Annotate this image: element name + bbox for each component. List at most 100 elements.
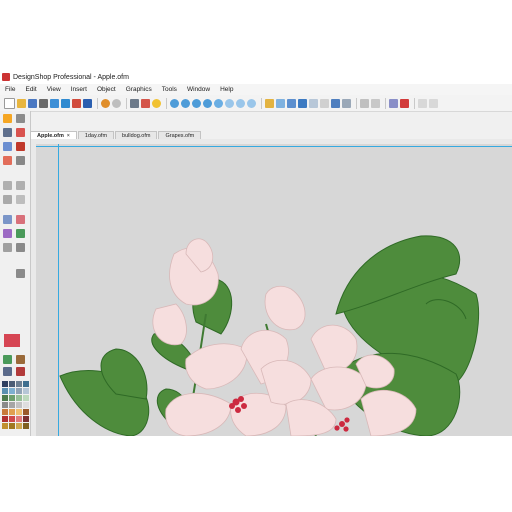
stitch-icon[interactable] (298, 98, 307, 108)
palette-swatch[interactable] (23, 409, 29, 415)
palette-swatch[interactable] (2, 423, 8, 429)
merge-icon[interactable] (16, 195, 25, 204)
palette-swatch[interactable] (16, 381, 22, 387)
fill-icon[interactable] (3, 156, 12, 165)
palette-swatch[interactable] (9, 381, 15, 387)
palette-swatch[interactable] (23, 402, 29, 408)
dropper-icon[interactable] (16, 269, 25, 278)
settings-icon[interactable] (400, 98, 409, 108)
applique-icon[interactable] (16, 229, 25, 238)
menu-window[interactable]: Window (182, 86, 215, 93)
palette-swatch[interactable] (2, 395, 8, 401)
menu-help[interactable]: Help (215, 86, 238, 93)
properties-icon[interactable] (130, 98, 139, 108)
help-icon[interactable] (152, 98, 161, 108)
distribute-icon[interactable] (371, 98, 380, 108)
color-tool-icon[interactable] (3, 367, 12, 376)
split-icon[interactable] (3, 195, 12, 204)
design-canvas[interactable] (36, 144, 512, 436)
layout-icon[interactable] (320, 98, 329, 108)
zoom-icon[interactable] (203, 98, 212, 108)
palette-swatch[interactable] (16, 423, 22, 429)
palette-swatch[interactable] (9, 416, 15, 422)
node-icon[interactable] (16, 156, 25, 165)
palette-icon[interactable] (3, 229, 12, 238)
branch-icon[interactable] (342, 98, 351, 108)
palette-swatch[interactable] (9, 423, 15, 429)
copy-icon[interactable] (61, 98, 70, 108)
vertical-guide-line[interactable] (58, 144, 59, 436)
color-tool-icon[interactable] (3, 355, 12, 364)
gear-icon[interactable] (3, 243, 12, 252)
palette-swatch[interactable] (16, 395, 22, 401)
warp-icon[interactable] (3, 181, 12, 190)
redo-icon[interactable] (112, 98, 121, 108)
paste-icon[interactable] (72, 98, 81, 108)
menu-edit[interactable]: Edit (20, 86, 41, 93)
threads-icon[interactable] (309, 98, 318, 108)
palette-swatch[interactable] (2, 402, 8, 408)
palette-swatch[interactable] (2, 409, 8, 415)
palette-swatch[interactable] (9, 409, 15, 415)
palette-swatch[interactable] (9, 402, 15, 408)
select-icon[interactable] (3, 114, 12, 123)
zoom-in-icon[interactable] (170, 98, 179, 108)
measure-icon[interactable] (265, 98, 274, 108)
monogram-icon[interactable] (16, 215, 25, 224)
text-icon[interactable] (16, 142, 25, 151)
zoom-icon[interactable] (247, 98, 256, 108)
menu-object[interactable]: Object (92, 86, 121, 93)
stamen (344, 417, 350, 423)
eraser-icon[interactable] (16, 128, 25, 137)
brush-icon[interactable] (3, 128, 12, 137)
trim-icon[interactable] (16, 181, 25, 190)
open-icon[interactable] (17, 98, 26, 108)
zoom-out-icon[interactable] (181, 98, 190, 108)
align-icon[interactable] (360, 98, 369, 108)
menu-view[interactable]: View (42, 86, 66, 93)
measure-icon[interactable] (16, 243, 25, 252)
save-icon[interactable] (28, 98, 37, 108)
horizontal-guide-line[interactable] (36, 146, 512, 147)
palette-swatch[interactable] (2, 381, 8, 387)
palette-swatch[interactable] (16, 402, 22, 408)
record-icon[interactable] (141, 98, 150, 108)
zoom-icon[interactable] (236, 98, 245, 108)
pen-icon[interactable] (16, 114, 25, 123)
palette-swatch[interactable] (23, 388, 29, 394)
shape-icon[interactable] (3, 142, 12, 151)
sequence-icon[interactable] (331, 98, 340, 108)
palette-swatch[interactable] (16, 388, 22, 394)
palette-swatch[interactable] (2, 416, 8, 422)
grid-icon[interactable] (276, 98, 285, 108)
menu-file[interactable]: File (0, 86, 20, 93)
tools-icon[interactable] (389, 98, 398, 108)
palette-swatch[interactable] (9, 388, 15, 394)
star-icon[interactable] (3, 215, 12, 224)
palette-swatch[interactable] (23, 416, 29, 422)
menu-insert[interactable]: Insert (66, 86, 92, 93)
rotate-icon[interactable] (429, 98, 438, 108)
palette-swatch[interactable] (9, 395, 15, 401)
palette-swatch[interactable] (23, 395, 29, 401)
color-tool-icon[interactable] (16, 355, 25, 364)
menu-tools[interactable]: Tools (157, 86, 182, 93)
mirror-icon[interactable] (418, 98, 427, 108)
delete-icon[interactable] (83, 98, 92, 108)
cut-icon[interactable] (50, 98, 59, 108)
menu-graphics[interactable]: Graphics (121, 86, 157, 93)
palette-swatch[interactable] (2, 388, 8, 394)
palette-swatch[interactable] (16, 416, 22, 422)
undo-icon[interactable] (101, 98, 110, 108)
zoom-fit-icon[interactable] (192, 98, 201, 108)
zoom-icon[interactable] (225, 98, 234, 108)
print-icon[interactable] (39, 98, 48, 108)
hoop-icon[interactable] (287, 98, 296, 108)
palette-swatch[interactable] (23, 381, 29, 387)
palette-swatch[interactable] (16, 409, 22, 415)
palette-swatch[interactable] (23, 423, 29, 429)
zoom-icon[interactable] (214, 98, 223, 108)
new-icon[interactable] (4, 97, 15, 109)
color-tool-icon[interactable] (16, 367, 25, 376)
current-color-swatch[interactable] (4, 334, 20, 347)
